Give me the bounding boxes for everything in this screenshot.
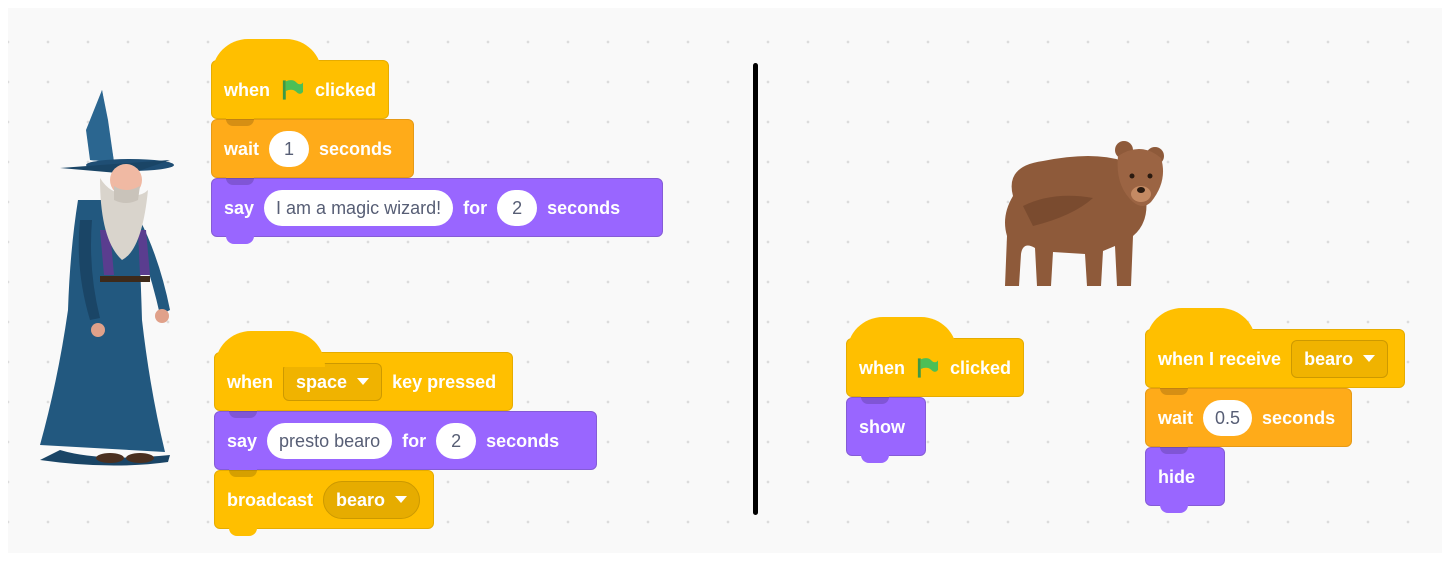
wait-duration-input[interactable]: 1: [269, 130, 310, 167]
when-flag-clicked-block[interactable]: when clicked: [211, 39, 389, 126]
divider-line: [753, 63, 758, 515]
wizard-sprite: [40, 90, 174, 466]
chevron-down-icon: [1363, 355, 1376, 362]
broadcast-message-dropdown[interactable]: bearo: [323, 480, 421, 519]
script-bear-receive: when I receive bearo wait 0.5 seconds hi…: [1145, 307, 1405, 513]
block-label: clicked: [949, 357, 1011, 378]
script-wizard-key: when space key pressed say presto bearo …: [214, 330, 597, 536]
block-label: seconds: [547, 197, 621, 218]
say-for-seconds-block[interactable]: say presto bearo for 2 seconds: [214, 411, 597, 477]
block-label: seconds: [486, 430, 560, 451]
when-i-receive-block[interactable]: when I receive bearo: [1145, 308, 1405, 395]
broadcast-block[interactable]: broadcast bearo: [214, 470, 434, 536]
dropdown-value: bearo: [336, 489, 386, 510]
code-workspace[interactable]: when clicked wait 1 seconds say I am a m…: [8, 8, 1442, 553]
wait-seconds-block[interactable]: wait 1 seconds: [211, 119, 414, 185]
green-flag-icon: [917, 357, 939, 378]
say-text-input[interactable]: presto bearo: [267, 422, 393, 459]
chevron-down-icon: [395, 496, 408, 503]
block-label: wait: [1158, 407, 1194, 428]
wait-duration-input[interactable]: 0.5: [1203, 399, 1253, 436]
say-for-seconds-block[interactable]: say I am a magic wizard! for 2 seconds: [211, 178, 663, 244]
green-flag-icon: [282, 79, 304, 100]
say-duration-input[interactable]: 2: [497, 189, 538, 226]
block-label: for: [463, 197, 488, 218]
when-key-pressed-block[interactable]: when space key pressed: [214, 331, 513, 418]
block-label: when I receive: [1158, 348, 1282, 369]
receive-message-dropdown[interactable]: bearo: [1291, 339, 1389, 378]
block-label: show: [859, 416, 906, 437]
hide-block[interactable]: hide: [1145, 447, 1225, 513]
block-label: seconds: [1262, 407, 1336, 428]
bear-sprite: [1005, 141, 1164, 286]
key-dropdown[interactable]: space: [283, 362, 383, 401]
wait-seconds-block[interactable]: wait 0.5 seconds: [1145, 388, 1352, 454]
dropdown-value: bearo: [1304, 348, 1354, 369]
block-label: wait: [224, 138, 260, 159]
block-label: seconds: [319, 138, 393, 159]
block-label: when: [227, 371, 274, 392]
block-label: clicked: [314, 79, 376, 100]
block-label: when: [859, 357, 906, 378]
chevron-down-icon: [357, 378, 370, 385]
say-text-input[interactable]: I am a magic wizard!: [264, 189, 454, 226]
when-flag-clicked-block[interactable]: when clicked: [846, 317, 1024, 404]
say-duration-input[interactable]: 2: [436, 422, 477, 459]
script-wizard-flag: when clicked wait 1 seconds say I am a m…: [211, 38, 663, 244]
script-bear-flag: when clicked show: [846, 316, 1024, 463]
block-label: say: [224, 197, 255, 218]
block-label: for: [402, 430, 427, 451]
block-label: hide: [1158, 466, 1196, 487]
show-block[interactable]: show: [846, 397, 926, 463]
block-label: key pressed: [392, 371, 497, 392]
dropdown-value: space: [296, 371, 348, 392]
block-label: broadcast: [227, 489, 314, 510]
block-label: when: [224, 79, 271, 100]
block-label: say: [227, 430, 258, 451]
